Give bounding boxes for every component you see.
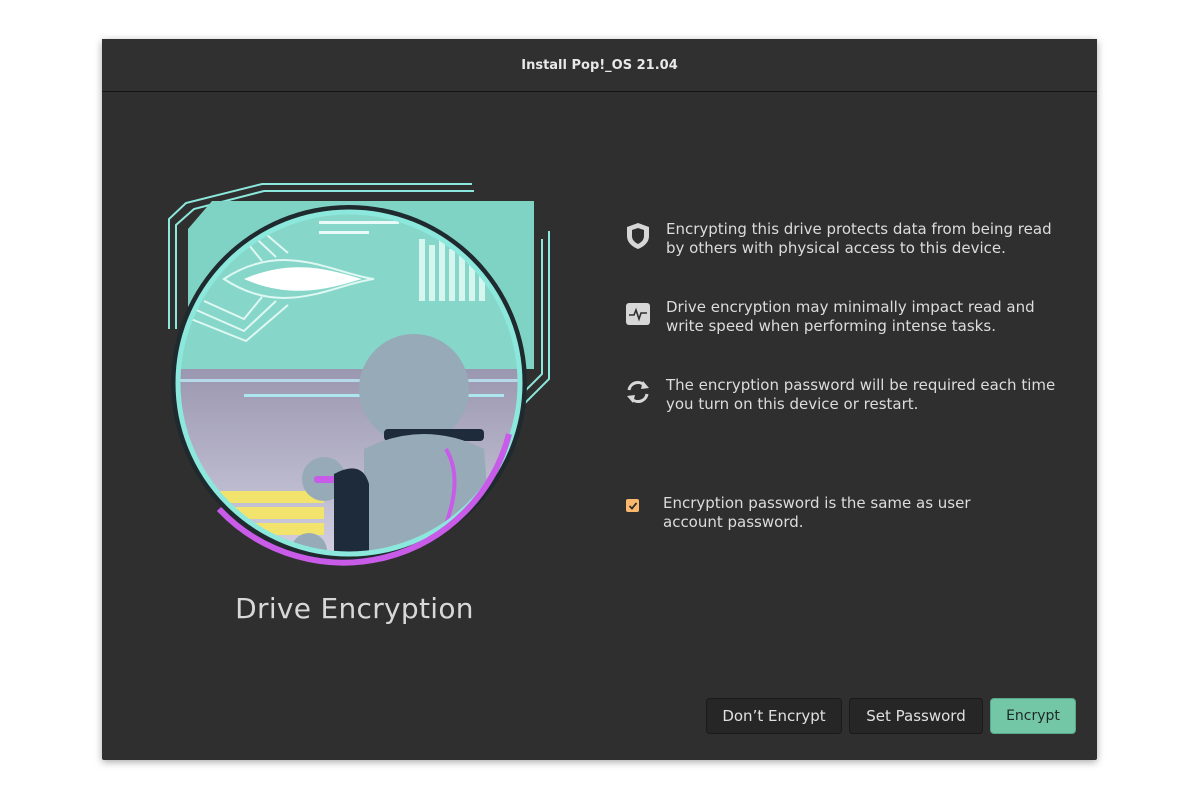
dont-encrypt-button[interactable]: Don’t Encrypt <box>706 698 842 734</box>
same-password-option: Encryption password is the same as user … <box>626 494 1076 532</box>
activity-monitor-icon <box>622 298 654 330</box>
refresh-icon <box>622 376 654 408</box>
page-title: Drive Encryption <box>235 592 474 625</box>
drive-encryption-illustration <box>168 183 550 566</box>
shield-icon <box>622 220 654 252</box>
title-bar: Install Pop!_OS 21.04 <box>102 39 1097 92</box>
same-password-checkbox[interactable] <box>626 499 639 512</box>
set-password-button[interactable]: Set Password <box>849 698 983 734</box>
info-item-password-required: The encryption password will be required… <box>622 376 1072 414</box>
info-text: Drive encryption may minimally impact re… <box>666 298 1035 335</box>
window-title: Install Pop!_OS 21.04 <box>521 57 678 73</box>
info-text: The encryption password will be required… <box>666 376 1056 413</box>
checkmark-icon <box>628 501 637 510</box>
encrypt-button[interactable]: Encrypt <box>990 698 1076 734</box>
installer-window: Install Pop!_OS 21.04 Drive Encryption E… <box>102 39 1097 760</box>
info-item-performance: Drive encryption may minimally impact re… <box>622 298 1072 336</box>
info-text: Encrypting this drive protects data from… <box>666 220 1052 257</box>
info-item-data-protection: Encrypting this drive protects data from… <box>622 220 1072 258</box>
same-password-label[interactable]: Encryption password is the same as user … <box>663 494 1033 532</box>
